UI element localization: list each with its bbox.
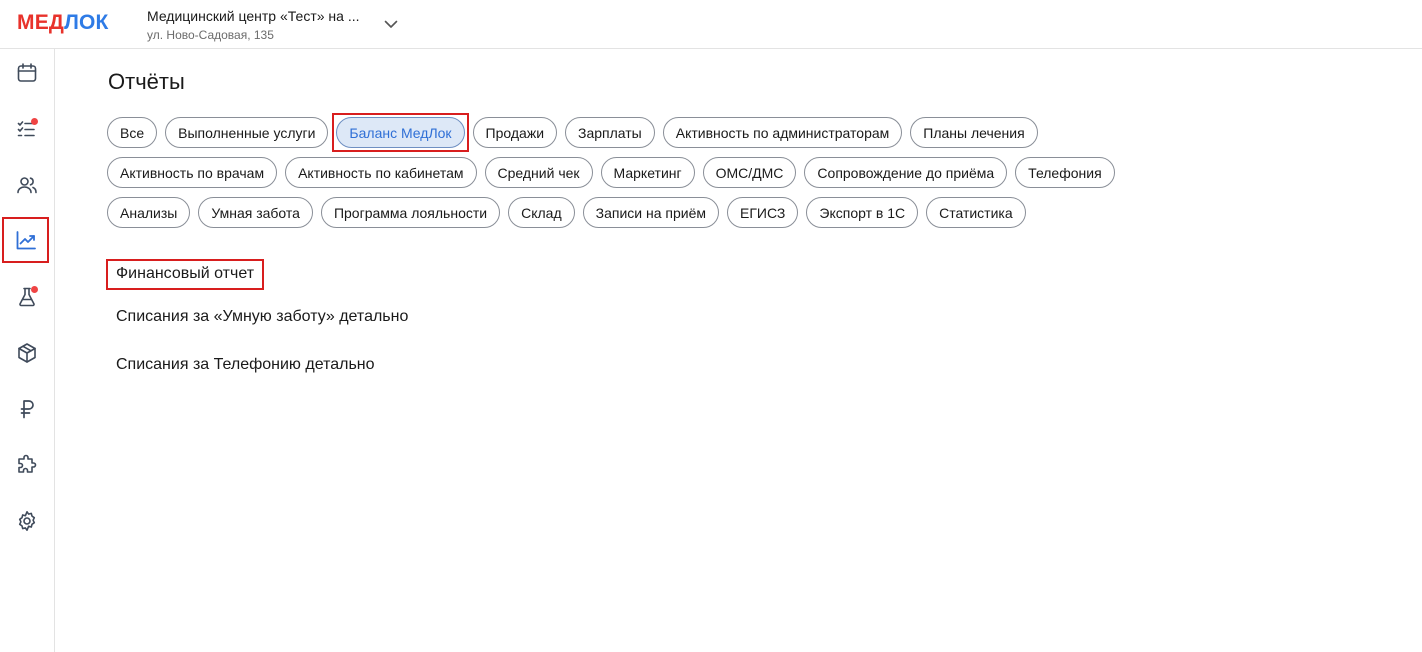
report-item-wrap: Списания за Телефонию детально [106, 341, 408, 389]
chip-appointments[interactable]: Записи на приём [582, 197, 719, 228]
chip-insurance[interactable]: ОМС/ДМС [702, 157, 797, 188]
report-item-telephony-writeoffs[interactable]: Списания за Телефонию детально [106, 356, 375, 373]
chip-medlok-balance[interactable]: Баланс МедЛок [336, 117, 465, 148]
chip-row: Анализы Умная забота Программа лояльност… [107, 197, 1207, 228]
notification-badge [31, 286, 38, 293]
chip-warehouse[interactable]: Склад [508, 197, 575, 228]
chart-icon [16, 231, 36, 250]
users-icon [17, 177, 37, 194]
sidebar-item-lab[interactable] [4, 274, 50, 320]
chip-marketing[interactable]: Маркетинг [600, 157, 695, 188]
gear-icon [18, 511, 36, 531]
chip-export-1c[interactable]: Экспорт в 1С [806, 197, 919, 228]
chip-sales[interactable]: Продажи [472, 117, 558, 148]
report-category-filter: Все Выполненные услуги Баланс МедЛок Про… [107, 113, 1207, 237]
sidebar-item-integrations[interactable] [4, 442, 50, 488]
ruble-icon [20, 400, 34, 419]
chip-completed-services[interactable]: Выполненные услуги [165, 117, 329, 148]
chip-egisz[interactable]: ЕГИСЗ [727, 197, 799, 228]
selected-chip-highlight: Баланс МедЛок [332, 113, 469, 152]
chip-pre-visit-support[interactable]: Сопровождение до приёма [804, 157, 1008, 188]
chip-row: Все Выполненные услуги Баланс МедЛок Про… [107, 113, 1207, 152]
chip-analyses[interactable]: Анализы [107, 197, 191, 228]
clinic-address: ул. Ново-Садовая, 135 [147, 28, 274, 42]
clinic-selector[interactable]: Медицинский центр «Тест» на ... ул. Ново… [147, 7, 359, 43]
sidebar-item-tasks[interactable] [4, 106, 50, 152]
top-bar: МЕДЛОК Медицинский центр «Тест» на ... у… [0, 0, 1422, 49]
chip-doctor-activity[interactable]: Активность по врачам [107, 157, 278, 188]
chip-smart-care[interactable]: Умная забота [198, 197, 313, 228]
logo[interactable]: МЕДЛОК [17, 11, 109, 35]
sidebar [0, 49, 55, 652]
main-content: Отчёты Все Выполненные услуги Баланс Мед… [55, 49, 1422, 652]
notification-badge [31, 118, 38, 125]
sidebar-item-settings[interactable] [4, 498, 50, 544]
report-item-financial[interactable]: Финансовый отчет [106, 259, 265, 290]
box-icon [18, 343, 36, 363]
chip-treatment-plans[interactable]: Планы лечения [910, 117, 1038, 148]
chip-all[interactable]: Все [107, 117, 158, 148]
sidebar-item-reports[interactable] [2, 217, 49, 263]
chip-salaries[interactable]: Зарплаты [565, 117, 655, 148]
chip-statistics[interactable]: Статистика [926, 197, 1026, 228]
chip-room-activity[interactable]: Активность по кабинетам [285, 157, 477, 188]
calendar-icon [17, 63, 37, 82]
chip-average-check[interactable]: Средний чек [484, 157, 593, 188]
chip-admin-activity[interactable]: Активность по администраторам [662, 117, 903, 148]
chevron-down-icon[interactable] [383, 16, 399, 32]
clinic-name: Медицинский центр «Тест» на ... [147, 8, 360, 24]
report-item-smart-care-writeoffs[interactable]: Списания за «Умную заботу» детально [106, 308, 408, 325]
sidebar-item-warehouse[interactable] [4, 330, 50, 376]
puzzle-icon [18, 454, 37, 473]
chip-loyalty-program[interactable]: Программа лояльности [320, 197, 501, 228]
sidebar-item-calendar[interactable] [4, 50, 50, 96]
report-item-wrap: Списания за «Умную заботу» детально [106, 293, 408, 341]
report-item-wrap: Финансовый отчет [106, 259, 408, 293]
sidebar-item-users[interactable] [4, 162, 50, 208]
page-title: Отчёты [108, 69, 185, 94]
report-list: Финансовый отчет Списания за «Умную забо… [106, 259, 408, 389]
chip-row: Активность по врачам Активность по кабин… [107, 157, 1207, 188]
sidebar-item-finance[interactable] [4, 386, 50, 432]
chip-telephony[interactable]: Телефония [1015, 157, 1115, 188]
